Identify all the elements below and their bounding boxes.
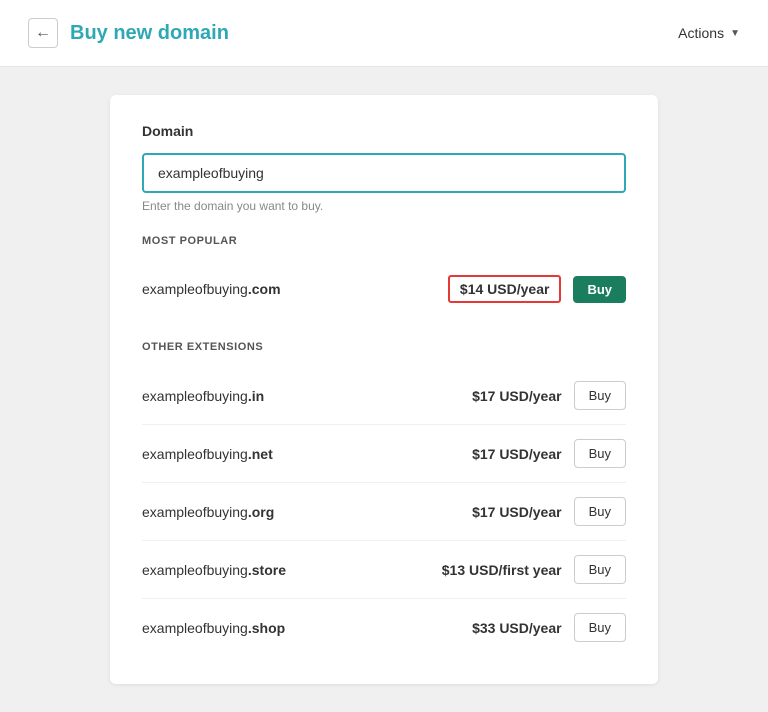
buy-button-shop[interactable]: Buy — [574, 613, 626, 642]
domain-right-store: $13 USD/first year Buy — [442, 555, 626, 584]
domain-section-label: Domain — [142, 123, 626, 139]
domain-name-shop: exampleofbuying.shop — [142, 620, 285, 636]
buy-button-org[interactable]: Buy — [574, 497, 626, 526]
popular-domain-row: exampleofbuying.com $14 USD/year Buy — [142, 261, 626, 317]
back-button[interactable]: ← — [28, 18, 58, 48]
domain-card: Domain Enter the domain you want to buy.… — [110, 95, 658, 684]
other-domain-row-shop: exampleofbuying.shop $33 USD/year Buy — [142, 599, 626, 656]
back-icon: ← — [35, 24, 51, 42]
popular-domain-right: $14 USD/year Buy — [448, 275, 626, 303]
popular-domain-name: exampleofbuying.com — [142, 281, 281, 297]
popular-buy-button[interactable]: Buy — [573, 276, 626, 303]
domain-hint: Enter the domain you want to buy. — [142, 199, 626, 213]
price-org: $17 USD/year — [472, 504, 562, 520]
price-store: $13 USD/first year — [442, 562, 562, 578]
price-net: $17 USD/year — [472, 446, 562, 462]
buy-button-store[interactable]: Buy — [574, 555, 626, 584]
price-shop: $33 USD/year — [472, 620, 562, 636]
buy-button-in[interactable]: Buy — [574, 381, 626, 410]
other-extensions-label: OTHER EXTENSIONS — [142, 341, 626, 353]
most-popular-section: MOST POPULAR exampleofbuying.com $14 USD… — [142, 235, 626, 317]
domain-name-store: exampleofbuying.store — [142, 562, 286, 578]
other-domain-row-store: exampleofbuying.store $13 USD/first year… — [142, 541, 626, 599]
popular-domain-price: $14 USD/year — [448, 275, 562, 303]
top-bar: ← Buy new domain Actions ▼ — [0, 0, 768, 67]
actions-label: Actions — [678, 25, 724, 41]
domain-right-shop: $33 USD/year Buy — [472, 613, 626, 642]
main-content: Domain Enter the domain you want to buy.… — [0, 67, 768, 712]
other-domain-row-in: exampleofbuying.in $17 USD/year Buy — [142, 367, 626, 425]
other-domain-row-net: exampleofbuying.net $17 USD/year Buy — [142, 425, 626, 483]
domain-right-net: $17 USD/year Buy — [472, 439, 626, 468]
actions-button[interactable]: Actions ▼ — [678, 25, 740, 41]
price-in: $17 USD/year — [472, 388, 562, 404]
other-extensions-section: OTHER EXTENSIONS exampleofbuying.in $17 … — [142, 341, 626, 656]
other-domain-row-org: exampleofbuying.org $17 USD/year Buy — [142, 483, 626, 541]
chevron-down-icon: ▼ — [730, 28, 740, 39]
domain-name-in: exampleofbuying.in — [142, 388, 264, 404]
page-title: Buy new domain — [70, 22, 229, 45]
domain-name-net: exampleofbuying.net — [142, 446, 273, 462]
domain-right-in: $17 USD/year Buy — [472, 381, 626, 410]
buy-button-net[interactable]: Buy — [574, 439, 626, 468]
top-bar-left: ← Buy new domain — [28, 18, 229, 48]
domain-right-org: $17 USD/year Buy — [472, 497, 626, 526]
domain-name-org: exampleofbuying.org — [142, 504, 274, 520]
most-popular-label: MOST POPULAR — [142, 235, 626, 247]
domain-input[interactable] — [142, 153, 626, 193]
